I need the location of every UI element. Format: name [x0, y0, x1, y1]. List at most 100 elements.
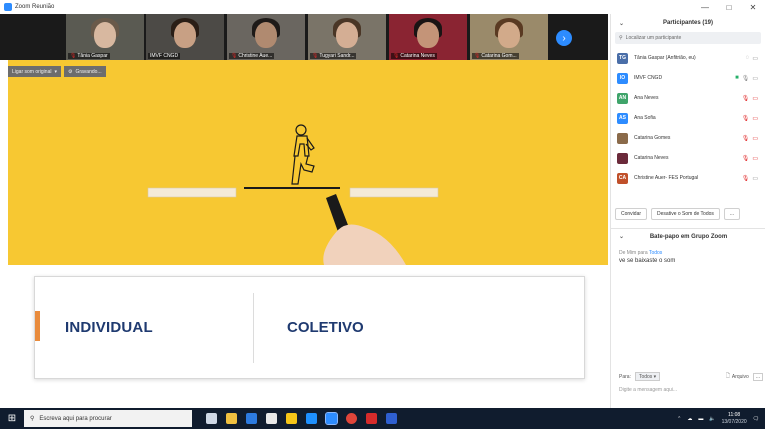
mute-all-button[interactable]: Desative o Som de Todos: [651, 208, 720, 220]
mic-muted-icon: 🎙: [393, 53, 400, 59]
participant-name: Catarina Neves: [634, 155, 669, 161]
video-tile-name: Tugyari Sandr...: [319, 53, 355, 59]
participant-row[interactable]: Catarina Neves 🎙 ▭: [611, 148, 765, 168]
chat-message-text: ve se baixaste o som: [619, 258, 676, 264]
zoom-app-window: Zoom Reunião — □ ✕ 🎙Tânia Gaspar IMVF CN…: [0, 0, 765, 429]
windows-start-icon[interactable]: ⊞: [0, 408, 24, 429]
chrome-icon[interactable]: [346, 413, 357, 424]
more-options-button[interactable]: ...: [723, 208, 741, 220]
chat-header: ⌄ Bate-papo em Grupo Zoom: [611, 228, 765, 244]
sticky-notes-icon[interactable]: [286, 413, 297, 424]
search-icon: ⚲: [30, 416, 35, 422]
windows-taskbar: ⊞ ⚲ Escreva aqui para procurar ⌃ ☁ ▬ 🔈 1…: [0, 408, 765, 429]
mic-muted-icon: 🎙: [741, 115, 750, 122]
divider: [253, 293, 254, 363]
file-explorer-icon[interactable]: [226, 413, 237, 424]
participant-name: Catarina Gomes: [634, 135, 671, 141]
coletivo-label: COLETIVO: [287, 319, 364, 336]
participant-row[interactable]: Catarina Gomes 🎙 ▭: [611, 128, 765, 148]
minimize-button[interactable]: —: [693, 0, 717, 14]
chat-more-button[interactable]: ...: [752, 372, 763, 381]
network-icon[interactable]: ▬: [698, 416, 703, 422]
chat-composer: Para: Todos ▾ 🗋 Arquivo ... Digite a mens…: [619, 372, 763, 393]
avatar: IO: [617, 72, 628, 84]
store-icon[interactable]: [266, 413, 277, 424]
drawing-hand: [323, 224, 406, 265]
clock[interactable]: 11:08 13/07/2020: [722, 412, 747, 426]
participant-row[interactable]: AS Ana Sofia 🎙 ▭: [611, 108, 765, 128]
task-view-icon[interactable]: [206, 413, 217, 424]
chat-recipient: Todos: [648, 250, 663, 256]
participant-name: Tânia Gaspar (Anfitrião, eu): [634, 55, 696, 61]
close-button[interactable]: ✕: [741, 0, 765, 14]
participant-name: Ana Sofia: [634, 115, 656, 121]
chat-sender: De Mim para: [619, 250, 648, 256]
video-tile[interactable]: 🎙Catarina Gom...: [470, 14, 548, 60]
camera-off-icon: ▭: [752, 155, 758, 162]
video-tile[interactable]: 🎙Christine Aue...: [227, 14, 305, 60]
share-toolbar: Ligar som original ▾ ⚙ Gravando...: [8, 66, 106, 77]
original-sound-button[interactable]: Ligar som original ▾: [8, 66, 61, 77]
participant-row[interactable]: IO IMVF CNGD ■ 🎙 ▭: [611, 68, 765, 88]
video-tile-name: IMVF CNGD: [150, 53, 179, 59]
mic-muted-icon: 🎙: [741, 155, 750, 162]
clock-time: 11:08: [728, 411, 741, 418]
participant-list: TG Tânia Gaspar (Anfitrião, eu) ◌ ▭ IO IM…: [611, 48, 765, 198]
mic-muted-icon: 🎙: [741, 95, 750, 102]
avatar: AS: [617, 112, 628, 124]
video-tile[interactable]: IMVF CNGD: [146, 14, 224, 60]
notifications-icon[interactable]: 🗨: [753, 416, 759, 422]
participant-row[interactable]: TG Tânia Gaspar (Anfitrião, eu) ◌ ▭: [611, 48, 765, 68]
invite-button[interactable]: Convidar: [615, 208, 648, 220]
recording-indicator[interactable]: ⚙ Gravando...: [63, 66, 106, 77]
next-page-arrow-icon[interactable]: ›: [556, 30, 572, 46]
taskbar-apps: [206, 412, 397, 425]
video-tile-name: Catarina Gom...: [481, 53, 517, 59]
participant-name: IMVF CNGD: [634, 75, 663, 81]
volume-icon[interactable]: 🔈: [709, 416, 715, 422]
chevron-down-icon[interactable]: ⌄: [619, 20, 624, 27]
chat-input[interactable]: Digite a mensagem aqui...: [619, 387, 763, 393]
participant-row[interactable]: AN Ana Neves 🎙 ▭: [611, 88, 765, 108]
avatar: TG: [617, 52, 628, 64]
chat-message: De Mim para Todos ve se baixaste o som: [619, 250, 675, 264]
camera-off-icon: ▭: [752, 115, 758, 122]
mail-icon[interactable]: [306, 413, 317, 424]
maximize-button[interactable]: □: [717, 0, 741, 14]
video-tile-name: Tânia Gaspar: [77, 53, 108, 59]
participants-panel: ⌄ Participantes (19) ⚲ Localizar um part…: [610, 14, 765, 408]
slide-card: INDIVIDUAL COLETIVO: [34, 276, 585, 379]
gear-icon: ⚙: [67, 68, 73, 75]
clock-date: 13/07/2020: [721, 418, 747, 425]
individual-label: INDIVIDUAL: [65, 319, 153, 336]
file-icon: 🗋: [725, 372, 730, 379]
camera-off-icon: ▭: [752, 95, 758, 102]
chevron-up-icon[interactable]: ⌃: [677, 416, 681, 422]
chevron-down-icon[interactable]: ⌄: [619, 233, 624, 240]
participants-header: ⌄ Participantes (19): [611, 14, 765, 32]
video-tile[interactable]: 🎙Tânia Gaspar: [66, 14, 144, 60]
cloud-icon[interactable]: ☁: [687, 416, 692, 422]
zoom-taskbar-icon[interactable]: [325, 412, 338, 425]
app-icon[interactable]: [386, 413, 397, 424]
walking-figure-icon: [291, 124, 315, 185]
video-tile[interactable]: 🎙Catarina Neves: [389, 14, 467, 60]
participant-row[interactable]: CA Christine Auer- FES Portugal 🎙 ▭: [611, 168, 765, 188]
system-tray: ⌃ ☁ ▬ 🔈 11:08 13/07/2020 🗨: [677, 408, 765, 429]
slide-illustration: [147, 124, 439, 265]
right-plank: [349, 187, 439, 198]
file-button[interactable]: 🗋 Arquivo: [726, 373, 749, 381]
taskbar-search-input[interactable]: ⚲ Escreva aqui para procurar: [24, 410, 192, 427]
camera-icon: ▭: [752, 75, 758, 82]
recipient-select[interactable]: Todos ▾: [634, 372, 661, 381]
camera-icon: ▭: [752, 55, 758, 62]
video-tile-name: Catarina Neves: [400, 53, 435, 59]
shared-screen-content: [8, 60, 608, 265]
mic-muted-icon: 🎙: [312, 53, 319, 59]
participant-search-input[interactable]: ⚲ Localizar um participante: [615, 32, 761, 44]
acrobat-icon[interactable]: [366, 413, 377, 424]
video-tile[interactable]: 🎙Tugyari Sandr...: [308, 14, 386, 60]
edge-icon[interactable]: [246, 413, 257, 424]
zoom-app-icon: [4, 3, 12, 11]
to-label: Para:: [619, 373, 631, 380]
